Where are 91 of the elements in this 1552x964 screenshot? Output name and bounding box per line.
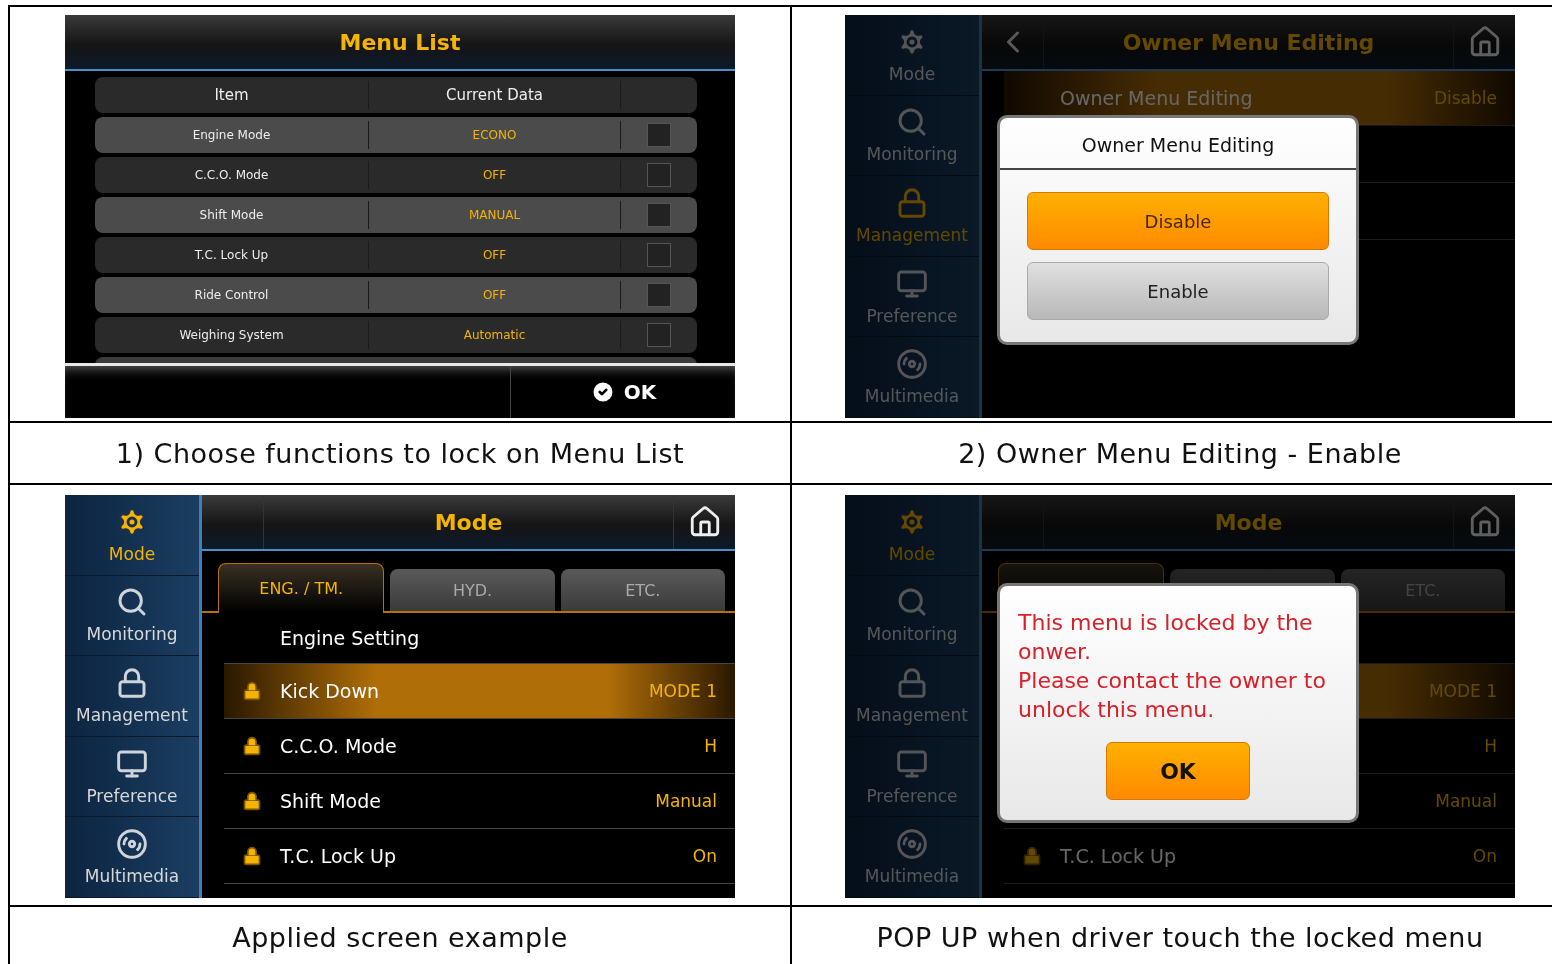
sidebar-label: Monitoring (866, 624, 958, 645)
row-label: Shift Mode (280, 790, 382, 812)
table-row[interactable]: Ride Control OFF (95, 277, 697, 313)
value-cell: OFF (369, 241, 621, 269)
sidebar-label: Monitoring (866, 144, 958, 165)
row-label: T.C. Lock Up (1060, 845, 1178, 867)
column-header: Current Data (369, 81, 621, 109)
tab[interactable]: ENG. / TM. (218, 563, 385, 613)
value-cell: ECONO (369, 121, 621, 149)
value-cell: OFF (369, 281, 621, 309)
checkbox[interactable] (647, 243, 671, 267)
table-row[interactable]: T.C. Lock Up OFF (95, 237, 697, 273)
row-value: On (692, 846, 717, 866)
option-button[interactable]: Enable (1027, 262, 1329, 320)
sidebar-label: Preference (866, 785, 958, 806)
checkbox[interactable] (647, 163, 671, 187)
caption: POP UP when driver touch the locked menu (876, 921, 1484, 953)
row-value: Manual (1435, 791, 1497, 811)
caption: Applied screen example (232, 921, 568, 953)
screen-title: Mode (1213, 509, 1284, 535)
row-value: H (704, 736, 717, 756)
sidebar-label: Management (856, 705, 968, 725)
row-label: Kick Down (280, 680, 381, 702)
menu-row[interactable]: Shift Mode Manual (224, 774, 735, 829)
disc-icon (896, 348, 928, 381)
sidebar-label: Management (76, 705, 188, 725)
row-value: MODE 1 (1428, 681, 1497, 701)
checkbox[interactable] (647, 283, 671, 307)
value-cell: MANUAL (369, 201, 621, 229)
row-label: T.C. Lock Up (280, 845, 398, 867)
sidebar-label: Mode (108, 543, 156, 564)
checkbox[interactable] (647, 203, 671, 227)
menu-row[interactable]: C.C.O. Mode H (224, 719, 735, 774)
warning-message: Please contact the owner to unlock this menu. (1018, 667, 1327, 724)
sidebar-label: Preference (866, 305, 958, 326)
option-button[interactable]: Disable (1027, 192, 1329, 250)
sidebar-label: Management (856, 225, 968, 245)
item-cell: Ride Control (95, 281, 369, 309)
dialog-title: Owner Menu Editing (1000, 118, 1356, 170)
sidebar-label: Mode (888, 63, 936, 84)
checkbox[interactable] (647, 123, 671, 147)
item-cell: Weighing System (95, 321, 369, 349)
caption: 2) Owner Menu Editing - Enable (958, 437, 1402, 469)
row-label: C.C.O. Mode (280, 735, 398, 757)
sidebar-item[interactable]: Monitoring (65, 575, 199, 657)
sidebar-label: Multimedia (864, 386, 960, 407)
lock-icon (896, 667, 928, 699)
value-cell: Automatic (369, 321, 621, 349)
sidebar-label: Multimedia (84, 866, 180, 887)
gear-icon (116, 505, 148, 538)
disc-icon (896, 828, 928, 861)
sidebar-label: Monitoring (86, 624, 178, 645)
menu-row[interactable]: T.C. Lock Up On (224, 829, 735, 884)
lock-icon (116, 667, 148, 699)
ok-button[interactable]: OK (1106, 742, 1250, 800)
sidebar-label: Preference (86, 785, 178, 806)
warning-message: This menu is locked by the onwer. (1018, 609, 1314, 666)
table-row[interactable]: Shift Mode MANUAL (95, 197, 697, 233)
item-cell: C.C.O. Mode (95, 161, 369, 189)
item-cell: Engine Mode (95, 121, 369, 149)
lock-icon (896, 187, 928, 219)
row-value: Manual (655, 791, 717, 811)
value-cell: OFF (369, 161, 621, 189)
table-row[interactable]: Weighing System Automatic (95, 317, 697, 353)
tab[interactable]: ETC. (560, 569, 725, 611)
menu-row[interactable]: Kick Down MODE 1 (224, 664, 735, 719)
section-heading: Engine Setting (280, 627, 421, 649)
row-value: Disable (1433, 88, 1497, 108)
ok-button[interactable]: OK (511, 366, 735, 418)
screen-title: Mode (433, 509, 504, 535)
sidebar-item[interactable]: Multimedia (65, 817, 199, 898)
item-cell: Shift Mode (95, 201, 369, 229)
table-row[interactable]: C.C.O. Mode OFF (95, 157, 697, 193)
row-value: H (1484, 736, 1497, 756)
disc-icon (116, 828, 148, 861)
table-row[interactable]: Engine Mode ECONO (95, 117, 697, 153)
row-value: MODE 1 (648, 681, 717, 701)
tab[interactable]: HYD. (390, 569, 555, 611)
screen-title: Menu List (339, 29, 461, 55)
row-value: On (1472, 846, 1497, 866)
item-cell: T.C. Lock Up (95, 241, 369, 269)
checkbox[interactable] (647, 323, 671, 347)
sidebar-item[interactable]: Preference (65, 736, 199, 818)
sidebar-item[interactable]: Mode (65, 495, 199, 576)
row-label: Owner Menu Editing (1060, 87, 1254, 109)
sidebar-label: Mode (888, 543, 936, 564)
sidebar-label: Multimedia (864, 866, 960, 887)
caption: 1) Choose functions to lock on Menu List (115, 437, 685, 469)
sidebar-item[interactable]: Management (65, 656, 199, 737)
screen-title: Owner Menu Editing (1121, 29, 1376, 55)
column-header: Item (95, 81, 369, 109)
